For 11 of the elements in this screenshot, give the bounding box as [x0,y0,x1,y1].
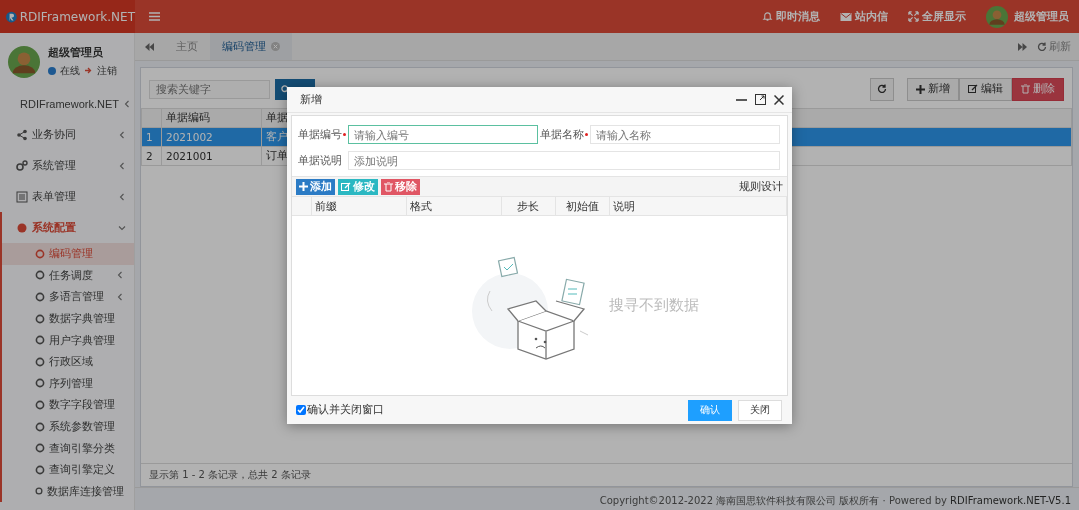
field-label: 单据编号 [298,127,346,142]
pagination-info: 显示第 1 - 2 条记录，总共 2 条记录 [141,463,1072,486]
copyright-text: Copyright©2012-2022 海南国思软件科技有限公司 版权所有 · Powered by RDIFramework.NET-V5.1 [599,494,1071,508]
app-logo-text: RDIFramework.NET [19,9,135,24]
dialog-title: 新增 [300,92,323,107]
field-label: 单据说明 [298,153,343,168]
online-status: 在线 [60,63,80,78]
user-name: 超级管理员 [48,45,104,60]
checkbox-label: 确认并关闭窗口 [307,403,384,417]
field-label: 单据名称 [540,127,588,142]
empty-message: 搜寻不到数据 [609,296,699,315]
